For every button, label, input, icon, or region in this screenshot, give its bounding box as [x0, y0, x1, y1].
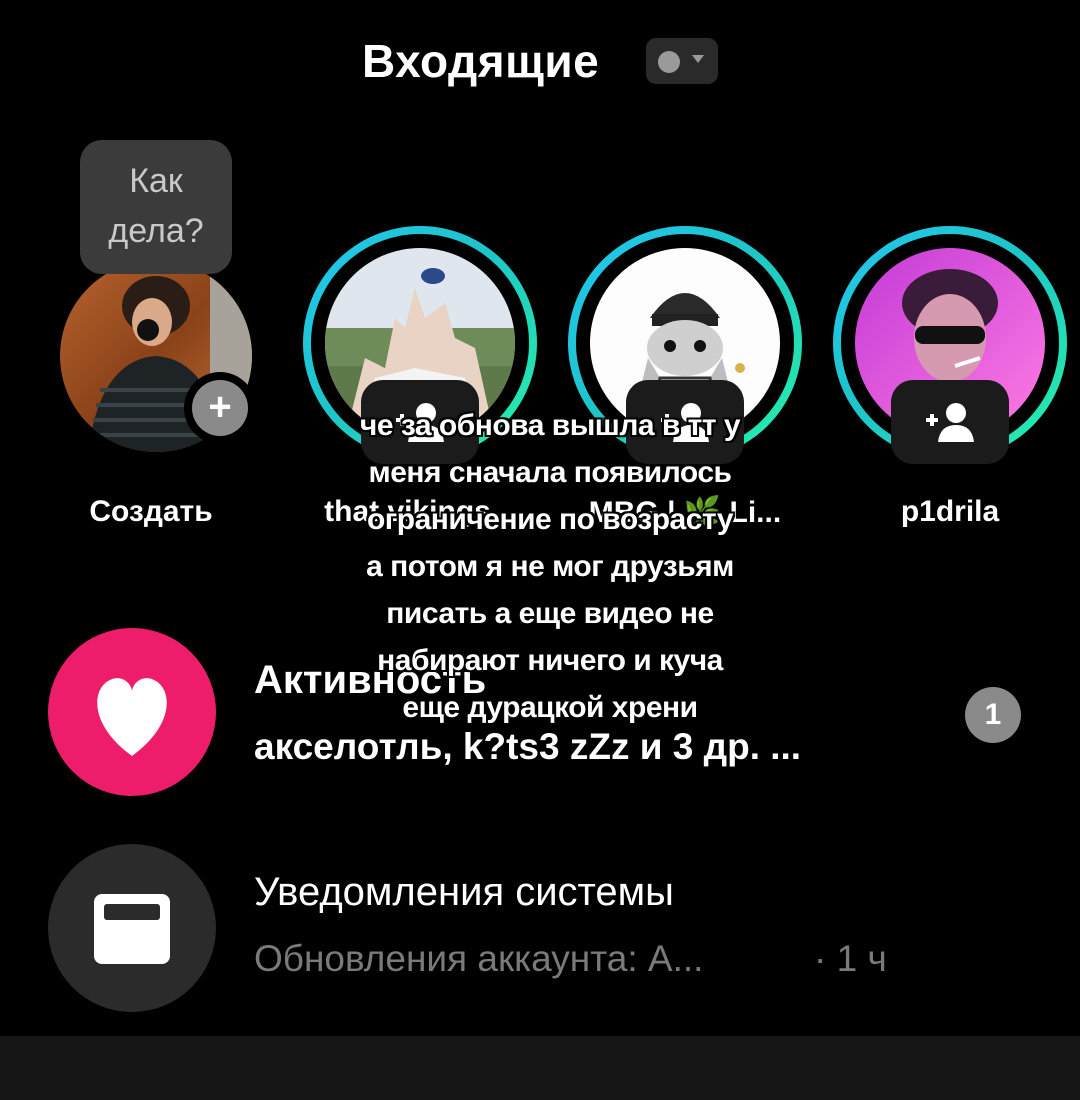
story-create[interactable]: Как дела? + Создать [30, 140, 280, 540]
follow-button[interactable] [891, 380, 1009, 464]
status-bubble[interactable]: Как дела? [80, 140, 232, 274]
unread-badge: 1 [965, 687, 1021, 743]
status-dot-icon [658, 51, 680, 73]
system-title: Уведомления системы [254, 870, 674, 914]
activity-subtitle: акселотль, k?ts3 zZz и 3 др. ... [254, 726, 802, 767]
story-name: Создать [89, 495, 213, 528]
online-status-dropdown[interactable] [646, 38, 718, 84]
caption-line: еще дурацкой хрени [402, 691, 698, 724]
caption-line: ограничение по возрасту [366, 503, 734, 536]
caption-line: а потом я не мог друзьям [366, 550, 734, 583]
system-subtitle: Обновления аккаунта: А... [254, 938, 704, 979]
caption-line: набирают ничего и куча [377, 644, 723, 677]
inbox-icon [94, 894, 170, 964]
bubble-line: дела? [108, 212, 204, 250]
add-story-button[interactable]: + [184, 372, 256, 444]
caption-line: писать а еще видео не [386, 597, 714, 630]
video-caption: че за обнова вышла в тт у меня сначала п… [300, 402, 800, 731]
system-time: · 1 ч [814, 938, 887, 979]
add-person-icon [926, 403, 974, 442]
story-name: p1drila [900, 495, 1000, 528]
header: Входящие [0, 30, 1080, 94]
caption-line: меня сначала появилось [368, 456, 732, 489]
activity-icon-circle [48, 628, 216, 796]
page-title: Входящие [362, 35, 600, 87]
bubble-line: Как [129, 162, 183, 200]
bottom-bar [0, 1036, 1080, 1100]
heart-icon [97, 678, 167, 756]
plus-icon: + [192, 380, 248, 436]
system-notifications-row[interactable]: Уведомления системы Обновления аккаунта:… [0, 844, 1080, 1014]
caption-line: че за обнова вышла в тт у [359, 409, 741, 442]
system-icon-circle [48, 844, 216, 1012]
chevron-down-icon [692, 55, 704, 63]
story-item[interactable]: p1drila [825, 140, 1075, 540]
